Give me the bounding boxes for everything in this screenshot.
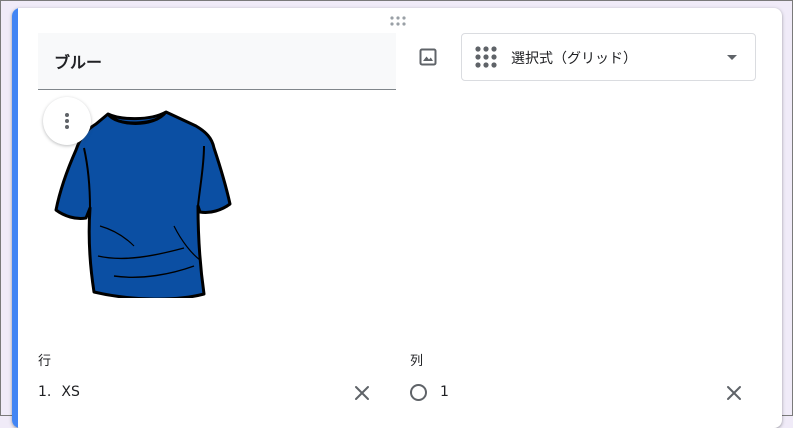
active-indicator	[12, 8, 18, 428]
rows-section-label: 行	[38, 354, 52, 369]
row-text: XS	[61, 384, 80, 400]
image-options-button[interactable]	[43, 97, 91, 145]
arrow-drop-down-icon	[727, 55, 737, 60]
row-option-1[interactable]: 1. XS	[38, 384, 80, 400]
add-image-button[interactable]	[415, 44, 441, 70]
grid-dots-icon	[475, 46, 497, 68]
question-title-input[interactable]: ブルー	[38, 33, 396, 90]
column-radio-icon	[410, 384, 427, 401]
row-number: 1.	[38, 384, 52, 400]
question-card: ブルー 選択式（グリッド） 行 列 1. XS 1	[12, 8, 782, 428]
more-vert-icon	[65, 113, 69, 129]
column-option-1[interactable]: 1	[440, 384, 449, 400]
image-icon	[419, 48, 437, 66]
question-title-text: ブルー	[54, 53, 103, 72]
drag-handle-icon[interactable]	[388, 15, 408, 27]
remove-column-close-icon[interactable]	[726, 385, 742, 401]
question-type-select[interactable]: 選択式（グリッド）	[461, 33, 756, 81]
remove-row-close-icon[interactable]	[354, 385, 370, 401]
columns-section-label: 列	[410, 354, 424, 369]
question-type-label: 選択式（グリッド）	[511, 51, 637, 67]
